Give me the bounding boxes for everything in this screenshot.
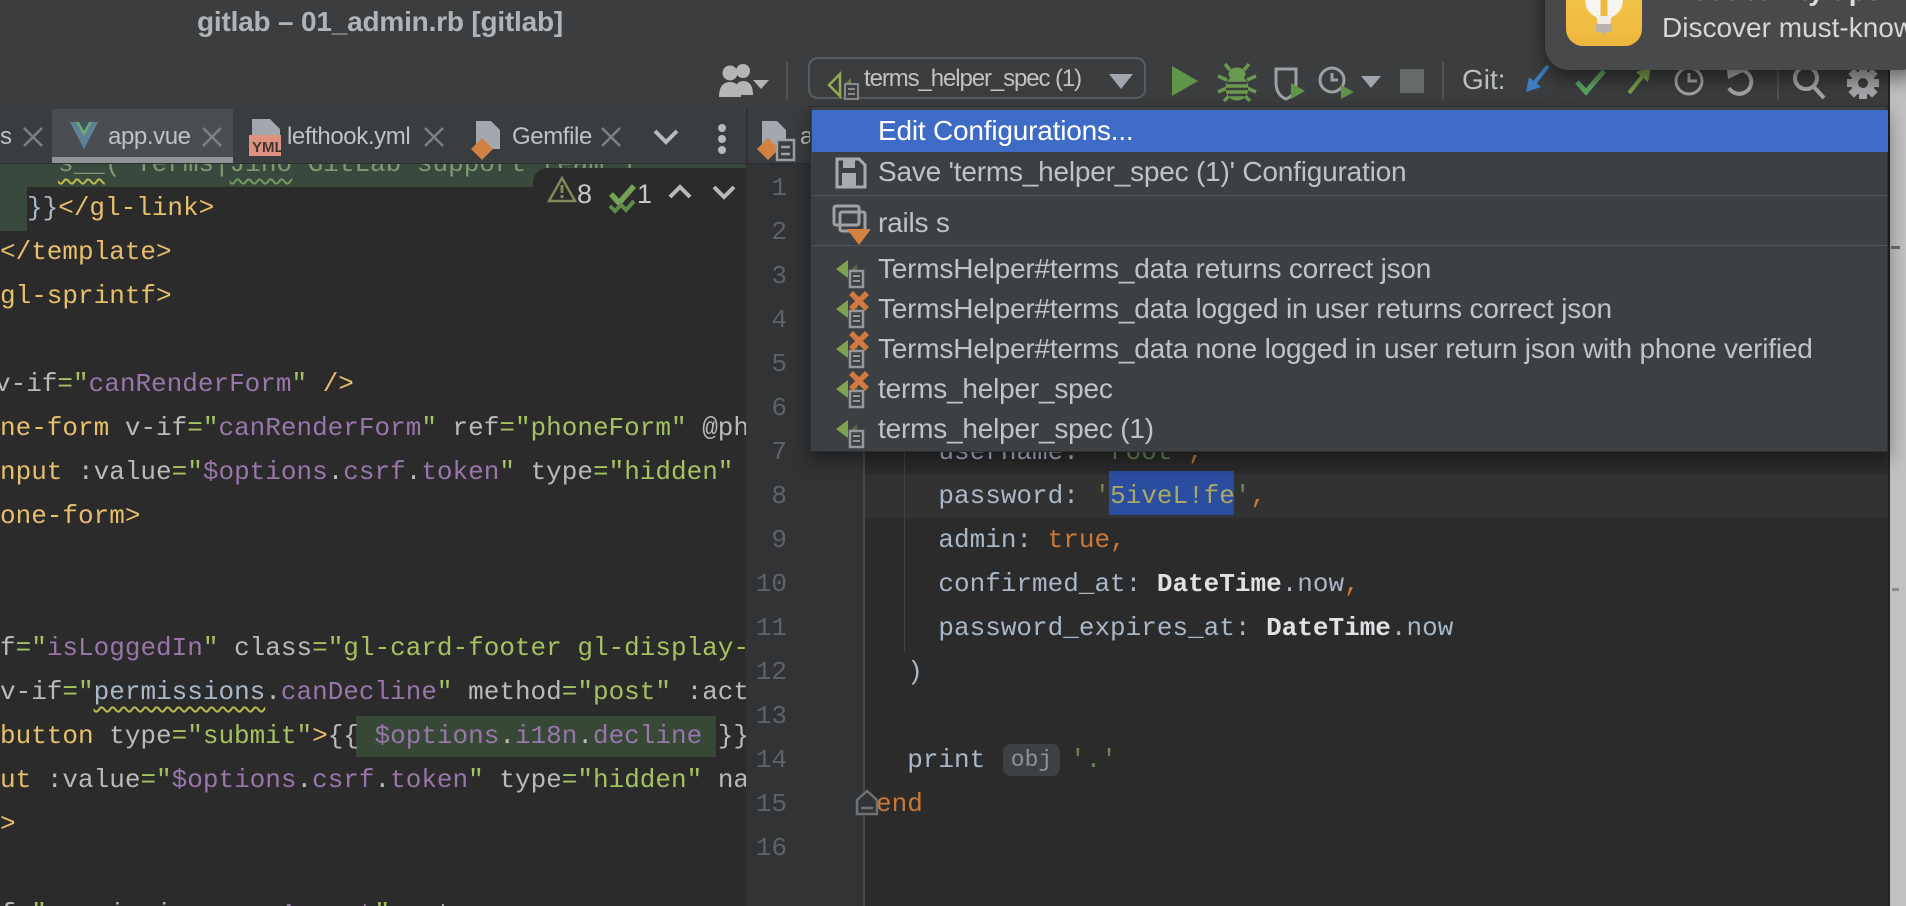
- svg-text:YML: YML: [252, 139, 284, 156]
- svg-text:8: 8: [577, 179, 592, 209]
- svg-text:1: 1: [637, 179, 652, 209]
